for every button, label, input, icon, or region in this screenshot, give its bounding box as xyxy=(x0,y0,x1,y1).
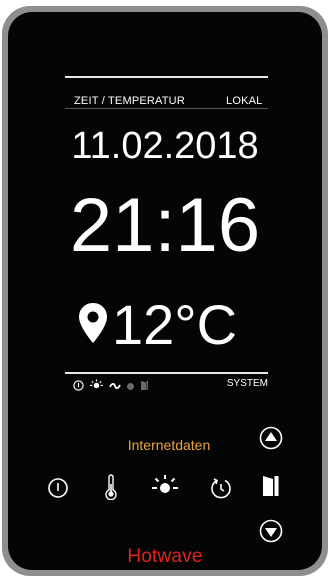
arrow-up-icon xyxy=(259,426,283,455)
power-icon xyxy=(73,378,84,396)
system-label[interactable]: SYSTEM xyxy=(227,378,268,389)
temperature-button[interactable] xyxy=(97,473,125,505)
device: ZEIT / TEMPERATUR LOKAL 11.02.2018 21:16… xyxy=(0,0,331,579)
dot-icon xyxy=(126,378,135,396)
timer-icon xyxy=(209,476,233,505)
temperature-row: 12°C xyxy=(78,290,237,360)
timer-button[interactable] xyxy=(206,475,236,505)
time-display: 21:16 xyxy=(69,183,261,268)
brand-logo: Hotwave xyxy=(127,546,203,567)
light-button[interactable] xyxy=(148,473,182,503)
light-icon xyxy=(89,378,104,396)
header-location[interactable]: LOKAL xyxy=(226,95,262,107)
thermometer-icon xyxy=(104,473,118,505)
touch-screen: ZEIT / TEMPERATUR LOKAL 11.02.2018 21:16… xyxy=(8,12,322,570)
wave-icon xyxy=(109,378,121,396)
header-rule xyxy=(65,108,268,109)
door-icon xyxy=(140,378,149,396)
date-display: 11.02.2018 xyxy=(71,125,259,167)
status-rule xyxy=(65,372,268,374)
top-rule xyxy=(65,76,268,78)
power-button[interactable] xyxy=(44,476,72,504)
door-button[interactable] xyxy=(258,474,284,502)
power-icon xyxy=(47,477,69,504)
location-pin-icon xyxy=(78,302,108,349)
up-button[interactable] xyxy=(257,426,285,454)
arrow-down-icon xyxy=(259,519,283,548)
temperature-display: 12°C xyxy=(112,293,238,356)
status-icons xyxy=(73,378,149,396)
light-icon xyxy=(150,473,180,504)
down-button[interactable] xyxy=(257,519,285,547)
header-label: ZEIT / TEMPERATUR xyxy=(74,95,185,107)
door-icon xyxy=(261,474,281,503)
